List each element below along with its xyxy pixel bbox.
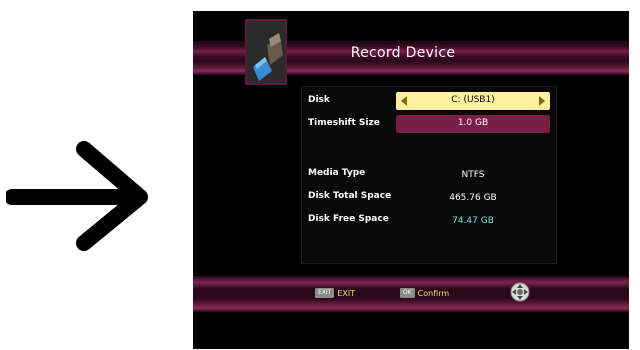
confirm-label: Confirm [417,288,450,298]
timeshift-label: Timeshift Size [308,118,380,128]
tv-screen: Record Device Disk C: (USB1) Timeshift S… [193,11,629,349]
disk-value: C: (USB1) [451,95,495,105]
page-title: Record Device [350,45,456,61]
exit-label: EXIT [337,288,356,298]
media-type-value: NTFS [461,170,485,180]
right-arrow-icon [4,135,156,255]
right-arrow-icon[interactable] [539,96,545,106]
disk-total-value: 465.76 GB [449,193,497,203]
exit-hint[interactable]: EXIT EXIT [315,286,355,300]
media-type-label: Media Type [308,168,366,178]
confirm-hint[interactable]: OK Confirm [400,286,449,300]
disk-free-value: 74.47 GB [452,216,494,226]
disk-free-label: Disk Free Space [308,214,389,224]
usb-drive-icon [245,19,287,85]
ok-key: OK [400,288,415,298]
disk-selector[interactable]: C: (USB1) [396,92,550,110]
exit-key: EXIT [315,288,335,298]
timeshift-value: 1.0 GB [457,118,489,128]
disk-total-label: Disk Total Space [308,191,392,201]
timeshift-size-field[interactable]: 1.0 GB [396,115,550,133]
dpad-navigation-icon [510,282,530,302]
disk-label: Disk [308,95,330,105]
